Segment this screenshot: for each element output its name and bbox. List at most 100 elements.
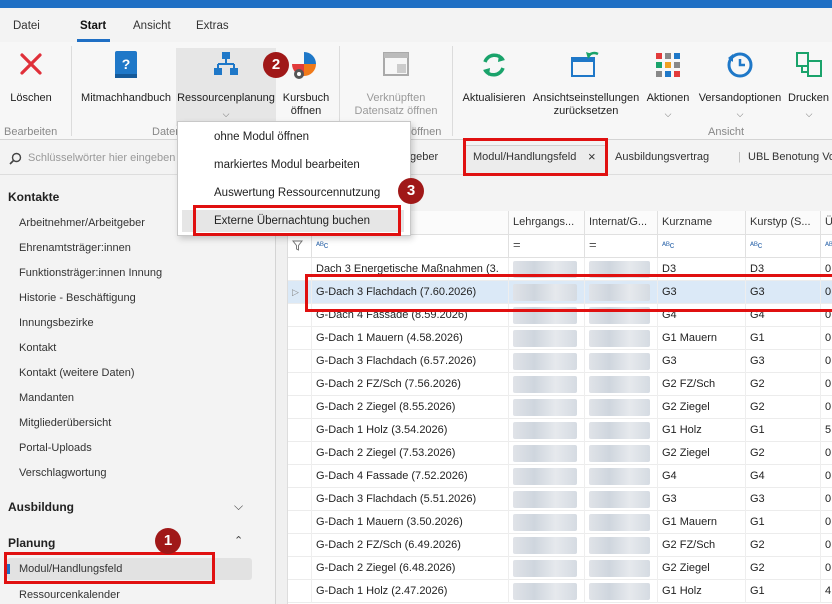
redacted-value xyxy=(513,583,577,600)
table-row[interactable]: G-Dach 1 Holz (2.47.2026) G1 Holz G1 4 xyxy=(288,580,832,603)
header-kurzname[interactable]: Kurzname xyxy=(658,211,746,235)
highlight-box-tab xyxy=(463,138,608,176)
table-row[interactable]: G-Dach 2 Ziegel (8.55.2026) G2 Ziegel G2 0 xyxy=(288,396,832,419)
table-row[interactable]: G-Dach 1 Mauern (3.50.2026) G1 Mauern G1 0 xyxy=(288,511,832,534)
cell-name: G-Dach 2 FZ/Sch (7.56.2026) xyxy=(312,373,509,396)
table-row[interactable]: G-Dach 1 Mauern (4.58.2026) G1 Mauern G1 0 xyxy=(288,327,832,350)
row-indicator xyxy=(288,488,312,511)
ribbon-tab-strip: Datei Start Ansicht Extras xyxy=(0,8,832,42)
cell-name: G-Dach 3 Flachdach (5.51.2026) xyxy=(312,488,509,511)
tab-ubl-benotung[interactable]: UBL Benotung Vo xyxy=(748,151,832,163)
table-row[interactable]: G-Dach 2 FZ/Sch (7.56.2026) G2 FZ/Sch G2 0 xyxy=(288,373,832,396)
cell-u: 0 xyxy=(821,350,832,373)
filter-icon[interactable] xyxy=(288,235,312,258)
nav-item-funktionstraeger[interactable]: Funktionsträger:innen Innung xyxy=(19,267,162,279)
nav-item-kontakt-weitere[interactable]: Kontakt (weitere Daten) xyxy=(19,367,135,379)
nav-item-ressourcenkalender[interactable]: Ressourcenkalender xyxy=(19,589,120,601)
filter-name[interactable]: ᴬᴮc xyxy=(312,235,509,258)
tab-ausbildungsvertrag[interactable]: Ausbildungsvertrag xyxy=(615,151,709,163)
filter-kurstyp[interactable]: ᴬᴮc xyxy=(746,235,821,258)
cell-internat xyxy=(585,465,658,488)
group-label-bearbeiten: Bearbeiten xyxy=(4,126,58,138)
row-indicator xyxy=(288,580,312,603)
group-label-oeffnen: öffnen xyxy=(411,126,442,138)
chevron-up-icon[interactable]: ⌃ xyxy=(234,534,243,547)
filter-lehrgang[interactable]: = xyxy=(509,235,585,258)
menu-item-ohne-modul[interactable]: ohne Modul öffnen xyxy=(214,131,309,143)
table-row[interactable]: G-Dach 4 Fassade (7.52.2026) G4 G4 0 xyxy=(288,465,832,488)
highlight-box-nav xyxy=(4,552,215,584)
delete-x-icon xyxy=(17,50,45,82)
cell-kurstyp: G3 xyxy=(746,488,821,511)
menu-item-modul-bearbeiten[interactable]: markiertes Modul bearbeiten xyxy=(214,159,360,171)
linked-record-open-button[interactable]: Verknüpften Datensatz öffnen xyxy=(348,48,444,126)
versandoptionen-button[interactable]: Versandoptionen ⌵ xyxy=(696,48,784,126)
cell-kurzname: G3 xyxy=(658,488,746,511)
header-kurstyp[interactable]: Kurstyp (S... xyxy=(746,211,821,235)
tab-datei[interactable]: Datei xyxy=(13,20,40,32)
menu-item-auswertung[interactable]: Auswertung Ressourcennutzung xyxy=(214,187,380,199)
filter-u[interactable]: ᴬᴮc xyxy=(821,235,832,258)
cell-kurzname: G2 Ziegel xyxy=(658,396,746,419)
filter-internat[interactable]: = xyxy=(585,235,658,258)
table-row[interactable]: G-Dach 2 FZ/Sch (6.49.2026) G2 FZ/Sch G2 0 xyxy=(288,534,832,557)
redacted-value xyxy=(589,399,650,416)
table-row[interactable]: G-Dach 2 Ziegel (6.48.2026) G2 Ziegel G2 0 xyxy=(288,557,832,580)
section-kontakte[interactable]: Kontakte xyxy=(8,190,59,204)
header-u[interactable]: Ü xyxy=(821,211,832,235)
cell-kurzname: G3 xyxy=(658,350,746,373)
tab-start[interactable]: Start xyxy=(80,20,106,32)
cell-internat xyxy=(585,557,658,580)
row-indicator xyxy=(288,350,312,373)
mitmachhandbuch-button[interactable]: ? Mitmachhandbuch xyxy=(80,48,172,108)
table-row[interactable]: G-Dach 1 Holz (3.54.2026) G1 Holz G1 5 xyxy=(288,419,832,442)
drucken-button[interactable]: Drucken ⌵ xyxy=(786,48,832,126)
filter-kurzname[interactable]: ᴬᴮc xyxy=(658,235,746,258)
tab-divider: | xyxy=(738,151,741,163)
nav-item-innungsbezirke[interactable]: Innungsbezirke xyxy=(19,317,94,329)
table-row[interactable]: G-Dach 3 Flachdach (6.57.2026) G3 G3 0 xyxy=(288,350,832,373)
reset-view-settings-button[interactable]: Ansichtseinstellungen zurücksetzen xyxy=(532,48,640,126)
cell-u: 0 xyxy=(821,511,832,534)
row-indicator xyxy=(288,465,312,488)
redacted-value xyxy=(589,353,650,370)
header-internat[interactable]: Internat/G... xyxy=(585,211,658,235)
nav-item-mitglieder[interactable]: Mitgliederübersicht xyxy=(19,417,111,429)
reset-view-label: Ansichtseinstellungen xyxy=(532,92,640,104)
nav-item-arbeitnehmer[interactable]: Arbeitnehmer/Arbeitgeber xyxy=(19,217,145,229)
cell-name: G-Dach 4 Fassade (7.52.2026) xyxy=(312,465,509,488)
refresh-button[interactable]: Aktualisieren xyxy=(460,48,528,108)
header-lehrgang[interactable]: Lehrgangs... xyxy=(509,211,585,235)
chevron-down-icon[interactable]: ⌵ xyxy=(234,499,243,514)
aktionen-button[interactable]: Aktionen ⌵ xyxy=(644,48,692,126)
ressourcenplanung-button[interactable]: Ressourcenplanung ⌵ xyxy=(176,48,276,126)
redacted-value xyxy=(513,514,577,531)
section-planung[interactable]: Planung xyxy=(8,536,55,550)
delete-button[interactable]: Löschen xyxy=(4,48,58,108)
nav-item-kontakt[interactable]: Kontakt xyxy=(19,342,56,354)
nav-item-ehrenamt[interactable]: Ehrenamtsträger:innen xyxy=(19,242,131,254)
org-chart-icon xyxy=(212,50,240,82)
nav-item-verschlagwortung[interactable]: Verschlagwortung xyxy=(19,467,106,479)
row-indicator xyxy=(288,534,312,557)
section-ausbildung[interactable]: Ausbildung xyxy=(8,500,74,514)
apps-grid-icon xyxy=(654,50,682,82)
tab-arbeitgeber[interactable]: geber xyxy=(410,151,438,163)
cell-internat xyxy=(585,580,658,603)
cell-u: 4 xyxy=(821,580,832,603)
nav-item-historie[interactable]: Historie - Beschäftigung xyxy=(19,292,136,304)
cell-internat xyxy=(585,419,658,442)
tab-ansicht[interactable]: Ansicht xyxy=(133,20,171,32)
redacted-value xyxy=(589,537,650,554)
tab-extras[interactable]: Extras xyxy=(196,20,229,32)
search-input[interactable]: Schlüsselwörter hier eingeben xyxy=(28,152,175,164)
table-row[interactable]: G-Dach 2 Ziegel (7.53.2026) G2 Ziegel G2 0 xyxy=(288,442,832,465)
nav-item-mandanten[interactable]: Mandanten xyxy=(19,392,74,404)
nav-item-portal-uploads[interactable]: Portal-Uploads xyxy=(19,442,92,454)
table-row[interactable]: G-Dach 3 Flachdach (5.51.2026) G3 G3 0 xyxy=(288,488,832,511)
redacted-value xyxy=(513,491,577,508)
title-bar xyxy=(0,0,832,8)
row-indicator xyxy=(288,557,312,580)
cell-internat xyxy=(585,396,658,419)
reset-view-icon xyxy=(570,50,602,82)
